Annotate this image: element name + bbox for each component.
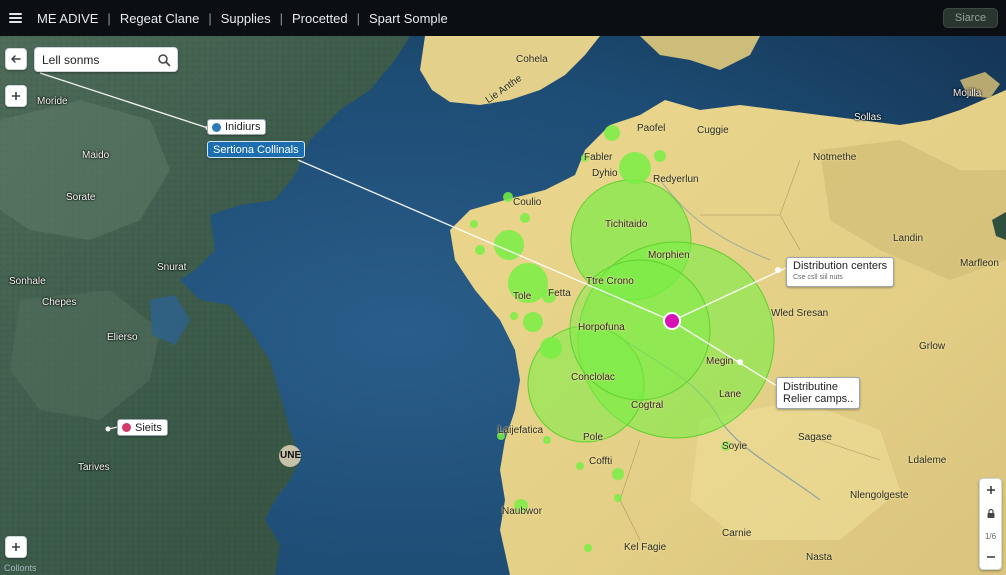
back-arrow-icon (10, 55, 21, 63)
lock-button[interactable] (986, 507, 996, 522)
breadcrumb-separator: | (208, 10, 212, 26)
place-label: Morphien (648, 250, 690, 261)
hamburger-icon (8, 13, 22, 23)
place-label: Tole (513, 291, 532, 302)
place-label: UNE (280, 450, 302, 461)
place-label: Cohela (516, 54, 548, 65)
plus-icon (12, 92, 20, 100)
top-bar: ME ADIVE | Regeat Clane | Supplies | Pro… (0, 0, 1006, 36)
map-credits[interactable]: Collonts (4, 563, 37, 573)
breadcrumb-separator: | (107, 10, 111, 26)
place-label: Moride (37, 96, 68, 107)
plus-icon (986, 486, 995, 494)
place-label: Megin (706, 356, 734, 367)
place-label: Naubwor (502, 506, 543, 517)
callout-label: Sieits (135, 421, 162, 434)
callout-title: Distributine (783, 381, 839, 393)
place-label: Sonhale (9, 276, 46, 287)
place-label: Grlow (919, 341, 946, 352)
place-label: Nasta (806, 552, 833, 563)
place-label: Sorate (66, 192, 96, 203)
map-callout-relief-camps[interactable]: Distributine Relier camps.. (776, 377, 861, 409)
place-label: Tarives (78, 462, 110, 473)
place-label: Laijefatica (498, 425, 544, 436)
place-label: Cuggie (697, 125, 729, 136)
search-box (34, 47, 178, 72)
callout-subtitle: Cse csll siil nuts (793, 274, 843, 281)
callout-label: Inidiurs (225, 121, 261, 133)
place-label: Chepes (42, 297, 77, 308)
place-label: Tichitaido (605, 219, 648, 230)
place-label: Cogtral (631, 400, 664, 411)
back-button[interactable] (5, 48, 27, 70)
callout-title: Distribution centers (793, 260, 888, 272)
place-label: Dyhio (592, 168, 618, 179)
place-label: Landin (893, 233, 924, 244)
place-label: Fetta (548, 288, 571, 299)
place-label: Marfleon (960, 258, 999, 269)
place-label: Coulio (513, 197, 542, 208)
map-callout-selected[interactable]: Sertiona Collinals (207, 141, 305, 158)
place-label: Soyie (722, 441, 748, 452)
breadcrumb-item[interactable]: Regeat Clane (120, 11, 200, 26)
add-marker-button[interactable] (5, 536, 27, 558)
menu-button[interactable] (0, 0, 30, 36)
zoom-in-button[interactable] (986, 483, 996, 498)
breadcrumb: ME ADIVE | Regeat Clane | Supplies | Pro… (37, 11, 448, 26)
lock-icon (987, 509, 994, 519)
zoom-control: 1/6 (979, 478, 1002, 570)
place-label: Paofel (637, 123, 666, 134)
place-label: Nlengolgeste (850, 490, 909, 501)
place-label: Snurat (157, 262, 187, 273)
place-label: Fabler (584, 152, 613, 163)
breadcrumb-separator: | (279, 10, 283, 26)
place-label: Kel Fagie (624, 542, 667, 553)
map-callout-sieits[interactable]: Sieits (117, 419, 168, 436)
distribution-hub-marker[interactable] (663, 312, 681, 330)
place-label: Wled Sresan (771, 308, 829, 319)
place-label: Ttre Crono (586, 276, 634, 287)
callout-subtitle: Relier camps.. (783, 393, 854, 405)
search-icon[interactable] (157, 53, 171, 67)
breadcrumb-separator: | (356, 10, 361, 26)
place-label: Maido (82, 150, 110, 161)
zoom-out-button[interactable] (986, 550, 996, 565)
add-layer-button[interactable] (5, 85, 27, 107)
breadcrumb-item[interactable]: ME ADIVE (37, 11, 98, 26)
minus-icon (986, 556, 995, 558)
place-label: Elierso (107, 332, 138, 343)
place-label: Horpofuna (578, 322, 625, 333)
breadcrumb-item[interactable]: Spart Somple (369, 11, 448, 26)
zoom-level: 1/6 (984, 531, 997, 541)
breadcrumb-item[interactable]: Procetted (292, 11, 348, 26)
place-label: Ldaleme (908, 455, 947, 466)
place-label: Coffti (589, 456, 613, 467)
place-label: Conclolac (571, 372, 615, 383)
place-label: Redyerlun (653, 174, 699, 185)
search-input[interactable] (42, 52, 150, 67)
source-button[interactable]: Siarce (943, 8, 998, 28)
callout-label: Sertiona Collinals (213, 143, 299, 156)
place-label: Carnie (722, 528, 752, 539)
pin-icon (122, 423, 131, 432)
place-label: Pole (583, 432, 604, 443)
map-app: ME ADIVE | Regeat Clane | Supplies | Pro… (0, 0, 1006, 575)
location-dot-icon (212, 122, 221, 132)
place-label: Sagase (798, 432, 832, 443)
map-callout-distribution-centers[interactable]: Distribution centers Cse csll siil nuts (786, 257, 895, 287)
place-label: Notmethe (813, 152, 857, 163)
place-label: Sollas (854, 112, 882, 123)
place-label: Lane (719, 389, 742, 400)
breadcrumb-item[interactable]: Supplies (221, 11, 271, 26)
plus-icon (12, 543, 20, 551)
map-callout-inidiurs[interactable]: Inidiurs (207, 119, 267, 135)
place-label: Mojilla (953, 88, 982, 99)
